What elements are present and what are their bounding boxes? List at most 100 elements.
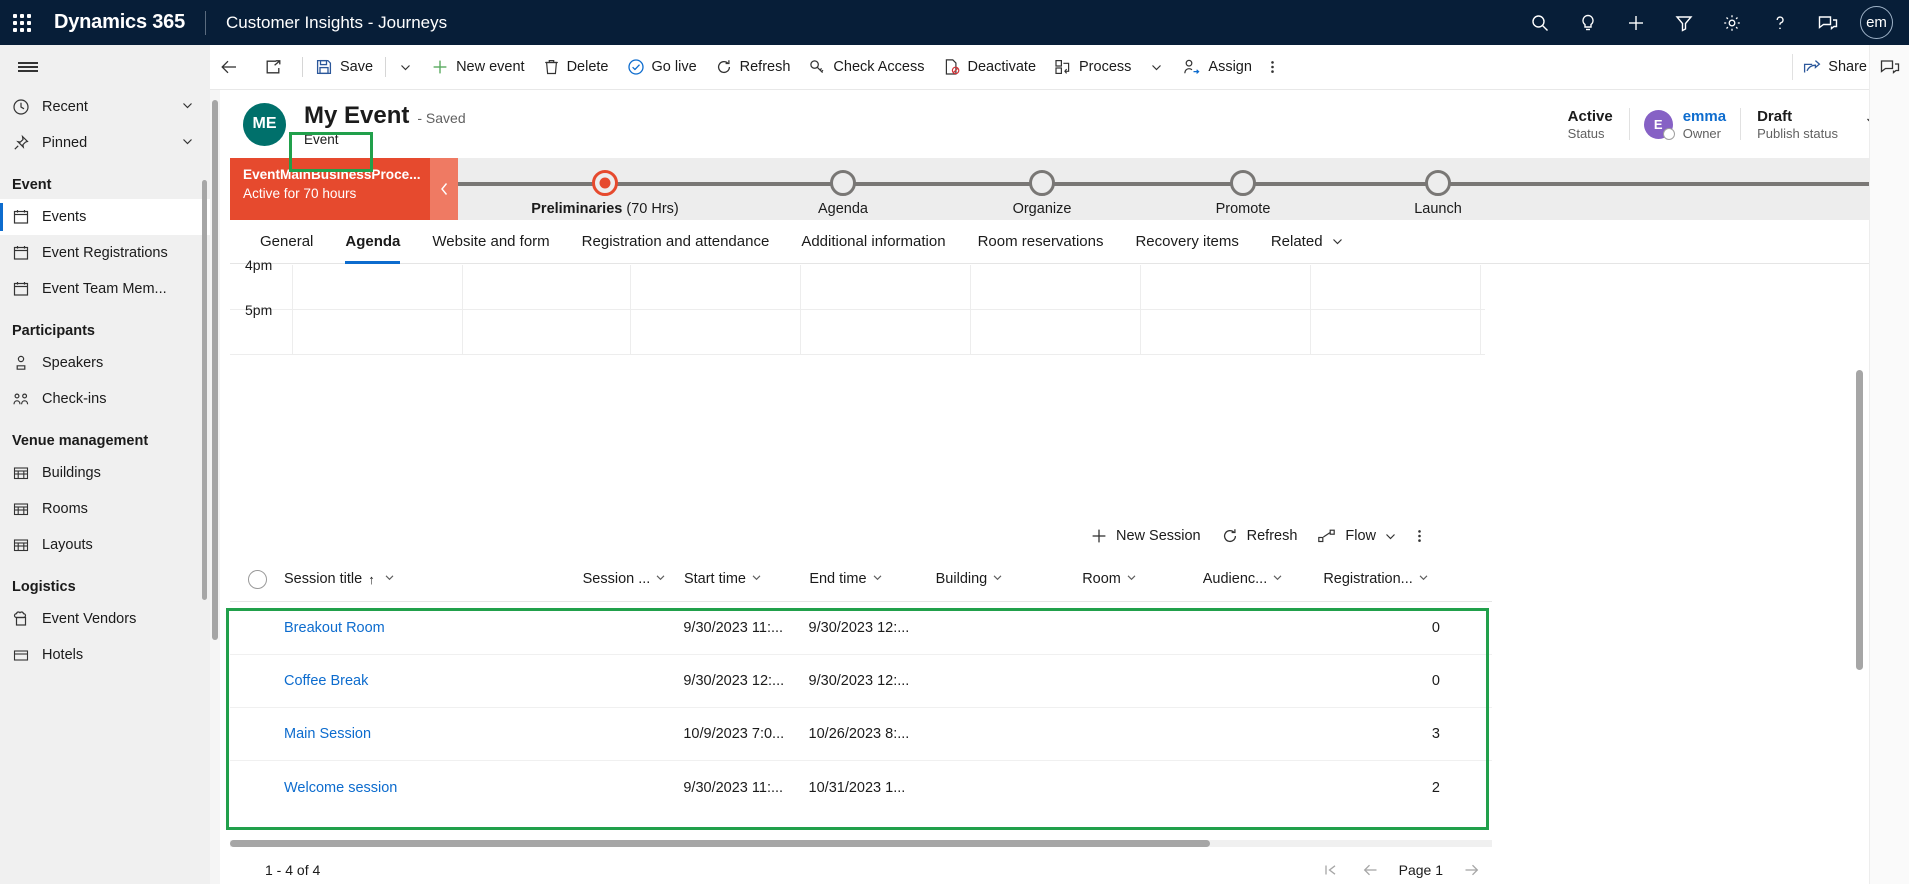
share-button[interactable]: Share [1793, 45, 1876, 90]
next-page-button[interactable] [1451, 863, 1492, 877]
sidebar-item-pinned[interactable]: Pinned [0, 125, 210, 161]
form-vertical-scrollbar[interactable] [1856, 370, 1863, 670]
column-label: Audienc... [1202, 571, 1268, 587]
flow-icon [1317, 527, 1337, 545]
search-icon[interactable] [1516, 0, 1564, 45]
record-header: ME My Event - Saved Event Active Status … [230, 90, 1909, 158]
sidebar-item-events[interactable]: Events [0, 199, 210, 235]
tab-agenda[interactable]: Agenda [329, 220, 416, 264]
tab-registration-and-attendance[interactable]: Registration and attendance [566, 220, 786, 264]
side-panel-chat-icon[interactable] [1870, 45, 1909, 89]
bpf-previous-button[interactable] [430, 158, 458, 220]
column-header-room[interactable]: Room [1082, 557, 1203, 602]
new-session-button[interactable]: New Session [1080, 517, 1211, 555]
save-label: Save [340, 59, 374, 75]
more-commands-button[interactable] [1261, 45, 1284, 90]
go-live-button[interactable]: Go live [618, 45, 706, 90]
process-options-caret[interactable] [1140, 45, 1173, 90]
sidebar-item-check-ins[interactable]: Check-ins [0, 381, 210, 417]
chat-icon[interactable] [1804, 0, 1852, 45]
column-header-session-title[interactable]: Session title ↑ [284, 557, 583, 602]
column-header-start-time[interactable]: Start time [684, 557, 809, 602]
session-title-link[interactable]: Main Session [284, 726, 371, 742]
session-title-link[interactable]: Breakout Room [284, 620, 385, 636]
bpf-stage-launch[interactable]: Launch [1338, 158, 1538, 217]
status-field[interactable]: Active Status [1552, 108, 1629, 141]
tab-room-reservations[interactable]: Room reservations [962, 220, 1120, 264]
sidebar-item-label: Recent [42, 99, 88, 115]
column-header-end-time[interactable]: End time [809, 557, 935, 602]
sidebar-item-event-registrations[interactable]: Event Registrations [0, 235, 210, 271]
previous-page-button[interactable] [1350, 863, 1391, 877]
new-event-button[interactable]: New event [422, 45, 534, 90]
grid-refresh-button[interactable]: Refresh [1211, 517, 1308, 555]
assign-button[interactable]: Assign [1173, 45, 1261, 90]
plus-icon[interactable] [1612, 0, 1660, 45]
help-icon[interactable] [1756, 0, 1804, 45]
grid-more-commands-button[interactable] [1407, 517, 1432, 555]
form-inner-scrollbar[interactable] [212, 100, 218, 640]
bpf-stage-preliminaries[interactable]: Preliminaries (70 Hrs) [505, 158, 705, 217]
bpf-stage-label: Preliminaries (70 Hrs) [505, 201, 705, 217]
open-in-new-window-button[interactable] [255, 45, 299, 90]
lightbulb-icon[interactable] [1564, 0, 1612, 45]
bpf-name-block[interactable]: EventMainBusinessProce... Active for 70 … [230, 158, 430, 220]
publish-status-field[interactable]: Draft Publish status [1741, 108, 1854, 141]
sidebar-item-speakers[interactable]: Speakers [0, 345, 210, 381]
chevron-down-icon [872, 571, 883, 587]
sidebar-item-recent[interactable]: Recent [0, 89, 210, 125]
calendar-gridline [1140, 265, 1141, 355]
hamburger-menu-icon[interactable] [0, 45, 210, 89]
column-header-registration-count[interactable]: Registration... [1323, 557, 1492, 602]
sidebar-item-buildings[interactable]: Buildings [0, 455, 210, 491]
sidebar-scrollbar[interactable] [202, 180, 207, 600]
sidebar-item-layouts[interactable]: Layouts [0, 527, 210, 563]
back-button[interactable] [210, 45, 255, 90]
save-button[interactable]: Save [306, 45, 382, 90]
column-header-building[interactable]: Building [936, 557, 1083, 602]
process-button[interactable]: Process [1045, 45, 1140, 90]
save-options-caret[interactable] [389, 45, 422, 90]
column-header-session-type[interactable]: Session ... [583, 557, 684, 602]
table-row[interactable]: Breakout Room 9/30/2023 11:... 9/30/2023… [230, 602, 1492, 655]
sidebar-item-event-team-members[interactable]: Event Team Mem... [0, 271, 210, 307]
chevron-down-icon [992, 571, 1003, 587]
app-launcher-icon[interactable] [0, 0, 44, 45]
status-label: Status [1567, 125, 1605, 141]
grid-horizontal-scrollbar[interactable] [230, 840, 1492, 847]
session-title-link[interactable]: Coffee Break [284, 673, 368, 689]
filter-icon[interactable] [1660, 0, 1708, 45]
calendar-icon [12, 280, 42, 298]
share-label: Share [1828, 59, 1867, 75]
delete-button[interactable]: Delete [534, 45, 618, 90]
right-side-panel [1869, 45, 1909, 884]
bpf-stage-promote[interactable]: Promote [1143, 158, 1343, 217]
deactivate-button[interactable]: Deactivate [934, 45, 1046, 90]
owner-value[interactable]: emma [1683, 108, 1726, 125]
table-row[interactable]: Main Session 10/9/2023 7:0... 10/26/2023… [230, 708, 1492, 761]
gear-icon[interactable] [1708, 0, 1756, 45]
grid-scrollbar-thumb[interactable] [230, 840, 1210, 847]
first-page-button[interactable] [1311, 863, 1350, 877]
bpf-stage-organize[interactable]: Organize [942, 158, 1142, 217]
check-access-button[interactable]: Check Access [799, 45, 933, 90]
tab-recovery-items[interactable]: Recovery items [1119, 220, 1254, 264]
user-avatar[interactable]: em [1860, 6, 1893, 39]
select-all-checkbox[interactable] [230, 569, 284, 589]
owner-field[interactable]: E emma Owner [1630, 108, 1740, 141]
bpf-stage-agenda[interactable]: Agenda [743, 158, 943, 217]
column-header-audience[interactable]: Audienc... [1203, 557, 1324, 602]
chevron-down-icon [384, 571, 395, 587]
tab-website-and-form[interactable]: Website and form [416, 220, 565, 264]
tab-additional-information[interactable]: Additional information [785, 220, 961, 264]
sidebar-item-rooms[interactable]: Rooms [0, 491, 210, 527]
tab-related[interactable]: Related [1255, 220, 1360, 264]
sidebar-item-event-vendors[interactable]: Event Vendors [0, 601, 210, 637]
flow-button[interactable]: Flow [1307, 517, 1407, 555]
table-row[interactable]: Coffee Break 9/30/2023 12:... 9/30/2023 … [230, 655, 1492, 708]
session-title-link[interactable]: Welcome session [284, 780, 397, 796]
sidebar-item-hotels[interactable]: Hotels [0, 637, 210, 673]
refresh-button[interactable]: Refresh [706, 45, 800, 90]
bpf-stage-dot [1425, 170, 1451, 196]
table-row[interactable]: Welcome session 9/30/2023 11:... 10/31/2… [230, 761, 1492, 814]
